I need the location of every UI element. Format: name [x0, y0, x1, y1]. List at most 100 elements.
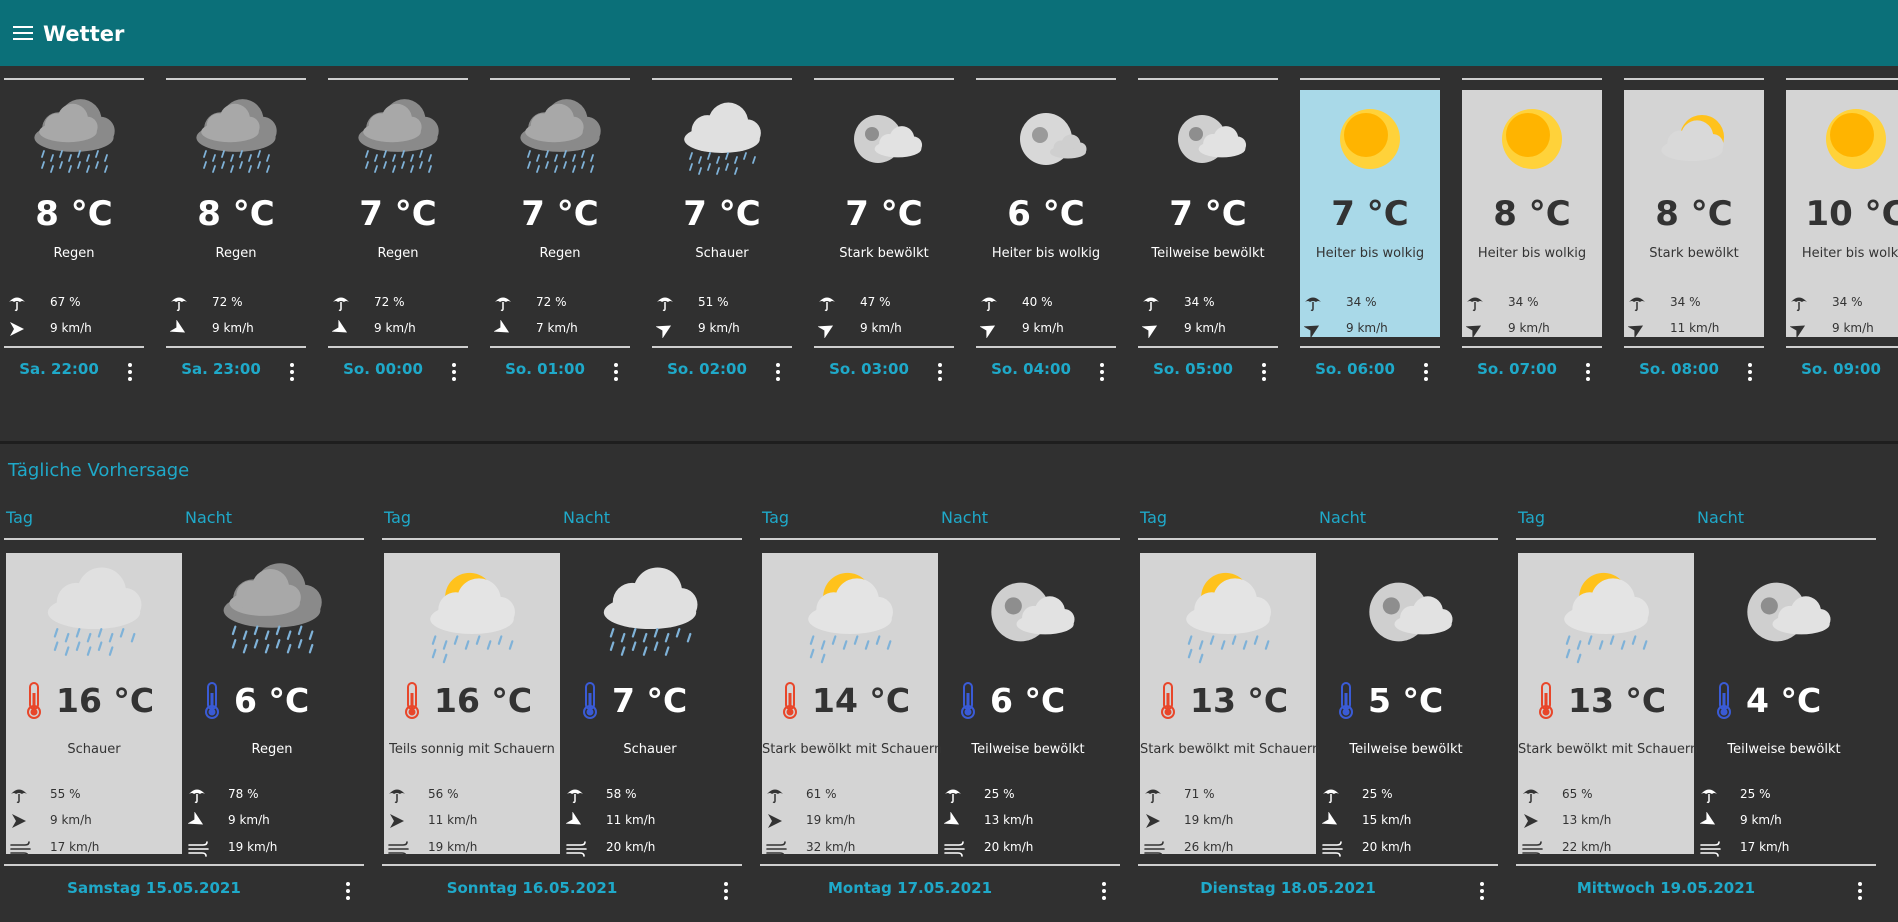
wind-direction-icon [1321, 811, 1344, 830]
card-bottom-line [1516, 864, 1876, 866]
card-bottom-line [760, 864, 1120, 866]
hourly-card[interactable]: 7 °C Regen 72 % 7 km/h So. 01:00 [486, 78, 634, 395]
card-bottom-line [652, 346, 792, 348]
hourly-time: Sa. 22:00 [19, 360, 99, 378]
card-bottom-line [1624, 346, 1764, 348]
thermometer-icon [1536, 681, 1556, 719]
more-options-icon[interactable] [1424, 363, 1428, 381]
gust-value: 19 km/h [228, 840, 278, 854]
precipitation-value: 72 % [374, 295, 405, 309]
more-options-icon[interactable] [1748, 363, 1752, 381]
daily-card[interactable]: Tag Nacht 13 °C Stark bewölkt mit Schauern 7… [1138, 505, 1504, 905]
moon-cloud-icon [814, 94, 954, 184]
night-condition: Teilweise bewölkt [971, 742, 1085, 757]
card-top-line [1300, 78, 1440, 80]
umbrella-icon [10, 786, 32, 804]
more-options-icon[interactable] [1102, 882, 1106, 900]
hourly-card[interactable]: 7 °C Stark bewölkt 47 % 9 km/h So. 03:00 [810, 78, 958, 395]
umbrella-icon [1322, 786, 1344, 804]
hourly-card-panel: 7 °C Regen 72 % 7 km/h [490, 90, 630, 337]
daily-card[interactable]: Tag Nacht 14 °C Stark bewölkt mit Schauern 6… [760, 505, 1126, 905]
wind-value: 9 km/h [1740, 813, 1782, 827]
more-options-icon[interactable] [452, 363, 456, 381]
hourly-time: So. 08:00 [1639, 360, 1719, 378]
day-panel: 13 °C Stark bewölkt mit Schauern 65 % 13 km… [1518, 553, 1698, 857]
card-top-line [382, 538, 742, 540]
umbrella-icon [1304, 294, 1322, 312]
umbrella-icon [944, 786, 966, 804]
night-temperature: 4 °C [1746, 681, 1822, 720]
card-bottom-line [1786, 346, 1898, 348]
daily-card[interactable]: Tag Nacht 16 °C Schauer 55 % 9 km/h 17 km/h 6 °… [4, 505, 370, 905]
daily-card[interactable]: Tag Nacht 13 °C Stark bewölkt mit Schauern 6… [1516, 505, 1882, 905]
card-top-line [328, 78, 468, 80]
hamburger-menu-icon[interactable] [13, 26, 33, 42]
more-options-icon[interactable] [938, 363, 942, 381]
hourly-time: So. 01:00 [505, 360, 585, 378]
daily-date: Dienstag 18.05.2021 [1200, 879, 1376, 897]
hourly-temperature: 7 °C [1331, 194, 1409, 234]
precipitation-value: 67 % [50, 295, 81, 309]
card-bottom-line [328, 346, 468, 348]
hourly-card[interactable]: 8 °C Stark bewölkt 34 % 11 km/h So. 08:00 [1620, 78, 1768, 395]
hourly-card[interactable]: 8 °C Regen 72 % 9 km/h Sa. 23:00 [162, 78, 310, 395]
more-options-icon[interactable] [614, 363, 618, 381]
more-options-icon[interactable] [290, 363, 294, 381]
wind-value: 15 km/h [1362, 813, 1412, 827]
more-options-icon[interactable] [724, 882, 728, 900]
hourly-card[interactable]: 6 °C Heiter bis wolkig 40 % 9 km/h So. 04:00 [972, 78, 1120, 395]
precipitation-value: 34 % [1508, 295, 1539, 309]
more-options-icon[interactable] [1586, 363, 1590, 381]
wind-value: 11 km/h [606, 813, 656, 827]
more-options-icon[interactable] [1858, 882, 1862, 900]
wind-value: 11 km/h [428, 813, 478, 827]
daily-date: Samstag 15.05.2021 [67, 879, 241, 897]
hourly-card[interactable]: 10 °C Heiter bis wolkig 34 % 9 km/h So. 09:0… [1782, 78, 1898, 395]
precipitation-value: 25 % [984, 787, 1015, 801]
wind-value: 19 km/h [806, 813, 856, 827]
day-panel: 14 °C Stark bewölkt mit Schauern 61 % 19 km… [762, 553, 942, 857]
hourly-card-panel: 8 °C Regen 67 % 9 km/h [4, 90, 144, 337]
hourly-card[interactable]: 8 °C Heiter bis wolkig 34 % 9 km/h So. 07:00 [1458, 78, 1606, 395]
wind-direction-icon [1699, 811, 1722, 830]
hourly-temperature: 8 °C [1655, 194, 1733, 234]
more-options-icon[interactable] [128, 363, 132, 381]
umbrella-icon [8, 294, 26, 312]
hourly-card-panel: 6 °C Heiter bis wolkig 40 % 9 km/h [976, 90, 1116, 339]
hourly-temperature: 8 °C [197, 194, 275, 234]
night-panel: 7 °C Schauer 58 % 11 km/h 20 km/h [562, 553, 738, 857]
more-options-icon[interactable] [346, 882, 350, 900]
thermometer-icon [1336, 681, 1356, 719]
hourly-card-panel: 10 °C Heiter bis wolkig 34 % 9 km/h [1786, 90, 1898, 339]
hourly-card[interactable]: 7 °C Teilweise bewölkt 34 % 9 km/h So. 05:00 [1134, 78, 1282, 395]
wind-value: 9 km/h [50, 321, 92, 335]
thermometer-icon [402, 681, 422, 719]
precipitation-value: 58 % [606, 787, 637, 801]
wind-value: 9 km/h [212, 321, 254, 335]
hourly-time: So. 04:00 [991, 360, 1071, 378]
umbrella-icon [1522, 786, 1544, 804]
hourly-card[interactable]: 7 °C Heiter bis wolkig 34 % 9 km/h So. 06:00 [1296, 78, 1444, 395]
more-options-icon[interactable] [1262, 363, 1266, 381]
hourly-card[interactable]: 7 °C Schauer 51 % 9 km/h So. 02:00 [648, 78, 796, 395]
wind-value: 19 km/h [1184, 813, 1234, 827]
card-top-line [1138, 538, 1498, 540]
precipitation-value: 34 % [1670, 295, 1701, 309]
more-options-icon[interactable] [1480, 882, 1484, 900]
wind-gust-icon [10, 839, 32, 857]
more-options-icon[interactable] [776, 363, 780, 381]
wind-value: 13 km/h [984, 813, 1034, 827]
card-top-line [166, 78, 306, 80]
night-label: Nacht [563, 508, 610, 527]
thermometer-icon [202, 681, 222, 719]
card-bottom-line [976, 346, 1116, 348]
night-temperature: 7 °C [612, 681, 688, 720]
hourly-card[interactable]: 8 °C Regen 67 % 9 km/h Sa. 22:00 [0, 78, 148, 395]
hourly-condition: Regen [377, 246, 419, 261]
sun-shower-icon [384, 557, 560, 667]
thermometer-icon [24, 681, 44, 719]
daily-card[interactable]: Tag Nacht 16 °C Teils sonnig mit Schauern 56… [382, 505, 748, 905]
hourly-card[interactable]: 7 °C Regen 72 % 9 km/h So. 00:00 [324, 78, 472, 395]
more-options-icon[interactable] [1100, 363, 1104, 381]
card-bottom-line [382, 864, 742, 866]
